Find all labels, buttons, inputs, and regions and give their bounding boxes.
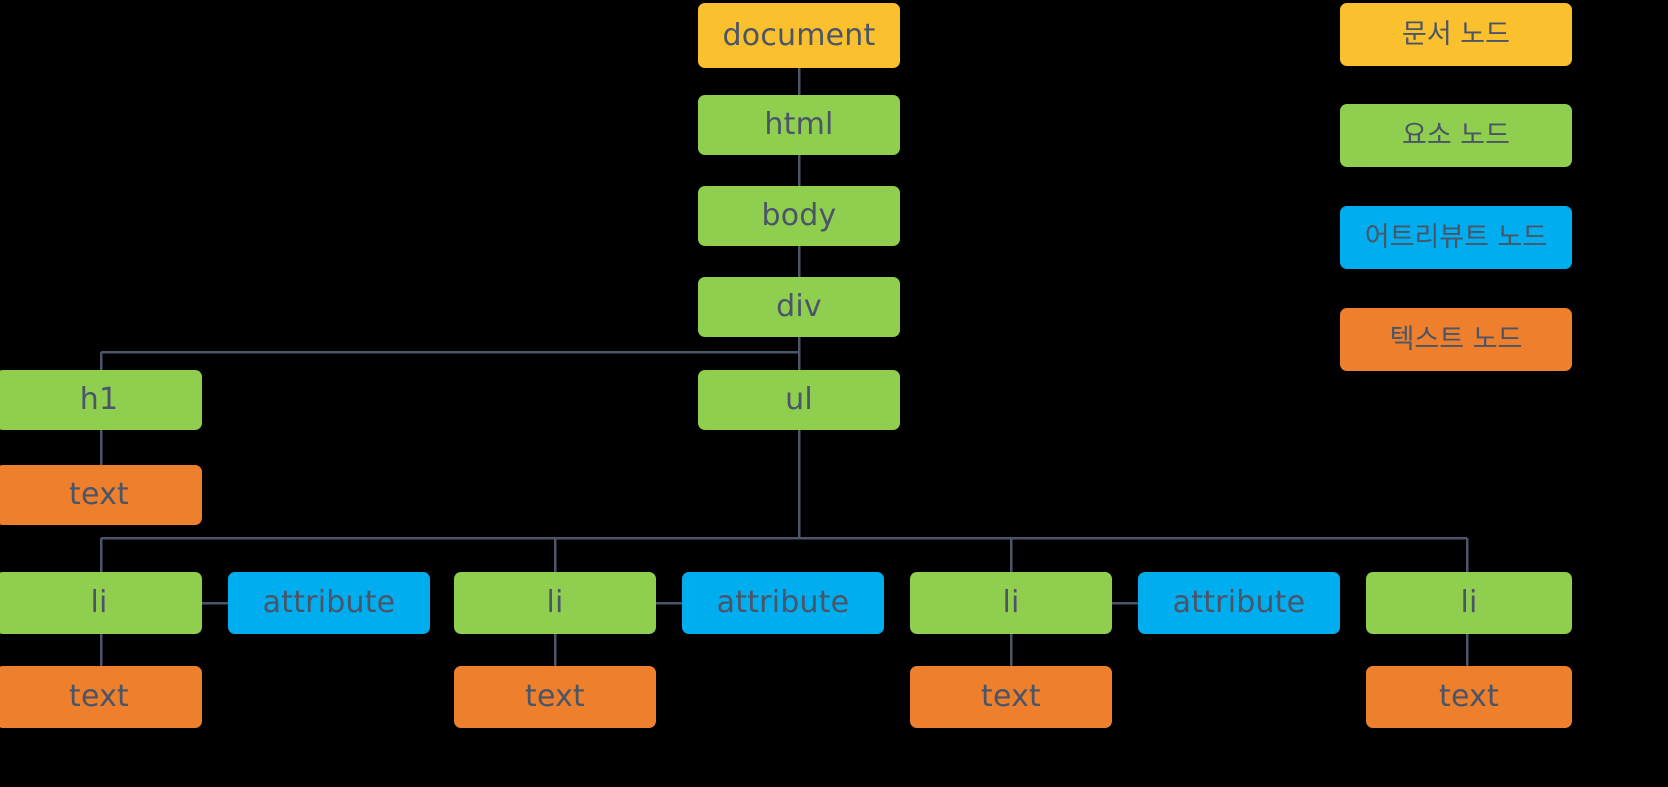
legend-item-document-node-label: 문서 노드 (1402, 19, 1510, 50)
node-attribute-1-label: attribute (262, 585, 396, 620)
node-attribute-3[interactable]: attribute (1138, 572, 1340, 634)
legend-item-document-node: 문서 노드 (1340, 3, 1572, 66)
node-h1[interactable]: h1 (0, 370, 202, 430)
node-li-3-text[interactable]: text (910, 666, 1112, 728)
legend-item-attribute-node-label: 어트리뷰트 노드 (1364, 222, 1548, 253)
node-html-label: html (764, 107, 834, 142)
node-li-1-label: li (90, 585, 108, 620)
node-document-label: document (722, 17, 876, 53)
node-li-1-text[interactable]: text (0, 666, 202, 728)
node-html[interactable]: html (698, 95, 900, 155)
node-ul-label: ul (785, 382, 813, 417)
node-attribute-2[interactable]: attribute (682, 572, 884, 634)
legend-item-text-node: 텍스트 노드 (1340, 308, 1572, 371)
node-li-2-text[interactable]: text (454, 666, 656, 728)
node-h1-text[interactable]: text (0, 465, 202, 525)
node-h1-text-label: text (68, 477, 129, 512)
node-li-2[interactable]: li (454, 572, 656, 634)
node-li-1[interactable]: li (0, 572, 202, 634)
node-li-3[interactable]: li (910, 572, 1112, 634)
legend-item-element-node-label: 요소 노드 (1402, 120, 1510, 151)
node-h1-label: h1 (79, 382, 119, 417)
node-li-2-label: li (546, 585, 564, 620)
dom-tree-diagram: document html body div h1 text ul li att… (0, 0, 1668, 787)
node-body[interactable]: body (698, 186, 900, 246)
legend-item-element-node: 요소 노드 (1340, 104, 1572, 167)
node-li-1-text-label: text (68, 679, 129, 714)
node-document[interactable]: document (698, 3, 900, 68)
node-ul[interactable]: ul (698, 370, 900, 430)
node-attribute-2-label: attribute (716, 585, 850, 620)
node-li-4[interactable]: li (1366, 572, 1572, 634)
node-li-3-text-label: text (980, 679, 1041, 714)
node-li-3-label: li (1002, 585, 1020, 620)
node-li-4-label: li (1460, 585, 1478, 620)
node-div-label: div (776, 289, 822, 324)
node-li-4-text-label: text (1438, 679, 1499, 714)
node-attribute-3-label: attribute (1172, 585, 1306, 620)
node-attribute-1[interactable]: attribute (228, 572, 430, 634)
node-li-4-text[interactable]: text (1366, 666, 1572, 728)
node-body-label: body (761, 198, 837, 233)
legend-item-attribute-node: 어트리뷰트 노드 (1340, 206, 1572, 269)
node-li-2-text-label: text (524, 679, 585, 714)
legend-item-text-node-label: 텍스트 노드 (1389, 324, 1523, 355)
node-div[interactable]: div (698, 277, 900, 337)
